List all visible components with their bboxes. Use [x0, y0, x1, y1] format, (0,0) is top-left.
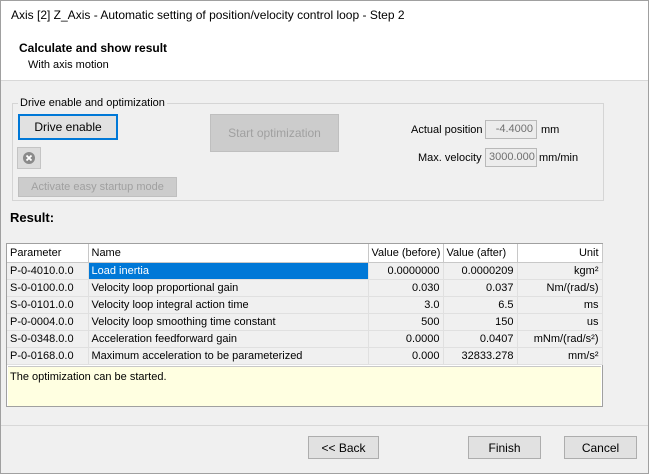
- cell-unit: ms: [517, 296, 603, 314]
- step-title: Calculate and show result: [19, 41, 168, 55]
- table-row[interactable]: S-0-0100.0.0 Velocity loop proportional …: [7, 279, 603, 297]
- col-name[interactable]: Name: [88, 244, 369, 263]
- wizard-window: Axis [2] Z_Axis - Automatic setting of p…: [0, 0, 649, 474]
- cell-parameter: P-0-4010.0.0: [7, 262, 89, 280]
- cell-unit: kgm²: [517, 262, 603, 280]
- group-legend: Drive enable and optimization: [18, 97, 167, 109]
- max-velocity-field: 3000.000: [485, 148, 537, 167]
- step-subtitle: With axis motion: [28, 59, 109, 71]
- error-clear-button[interactable]: [17, 147, 41, 169]
- cell-unit: mNm/(rad/s²): [517, 330, 603, 348]
- back-button[interactable]: << Back: [308, 436, 379, 459]
- col-parameter[interactable]: Parameter: [7, 244, 89, 263]
- finish-button[interactable]: Finish: [468, 436, 541, 459]
- cell-name: Velocity loop proportional gain: [88, 279, 369, 297]
- cell-parameter: P-0-0168.0.0: [7, 347, 89, 365]
- actual-position-label: Actual position: [411, 124, 483, 136]
- cell-name: Velocity loop smoothing time constant: [88, 313, 369, 331]
- cell-name: Velocity loop integral action time: [88, 296, 369, 314]
- cell-before: 0.000: [368, 347, 444, 365]
- cell-before: 0.0000000: [368, 262, 444, 280]
- max-velocity-label: Max. velocity: [418, 152, 482, 164]
- cell-before: 3.0: [368, 296, 444, 314]
- result-table: Parameter Name Value (before) Value (aft…: [6, 243, 603, 407]
- cell-after: 0.037: [443, 279, 518, 297]
- cell-parameter: P-0-0004.0.0: [7, 313, 89, 331]
- cell-after: 32833.278: [443, 347, 518, 365]
- table-row[interactable]: S-0-0348.0.0 Acceleration feedforward ga…: [7, 330, 603, 348]
- cell-parameter: S-0-0101.0.0: [7, 296, 89, 314]
- cell-after: 6.5: [443, 296, 518, 314]
- col-value-before[interactable]: Value (before): [368, 244, 444, 263]
- result-title: Result:: [10, 210, 55, 225]
- cell-unit: mm/s²: [517, 347, 603, 365]
- cell-unit: Nm/(rad/s): [517, 279, 603, 297]
- cancel-button[interactable]: Cancel: [564, 436, 637, 459]
- cell-name: Load inertia: [88, 262, 369, 280]
- cell-name: Acceleration feedforward gain: [88, 330, 369, 348]
- cell-parameter: S-0-0348.0.0: [7, 330, 89, 348]
- cell-parameter: S-0-0100.0.0: [7, 279, 89, 297]
- cell-unit: us: [517, 313, 603, 331]
- table-row[interactable]: P-0-0168.0.0 Maximum acceleration to be …: [7, 347, 603, 365]
- actual-position-unit: mm: [541, 124, 560, 136]
- actual-position-field: -4.4000: [485, 120, 537, 139]
- cell-after: 0.0000209: [443, 262, 518, 280]
- activate-easy-startup-button[interactable]: Activate easy startup mode: [18, 177, 177, 197]
- table-row[interactable]: P-0-4010.0.0 Load inertia 0.0000000 0.00…: [7, 262, 603, 280]
- cell-before: 0.030: [368, 279, 444, 297]
- window-title: Axis [2] Z_Axis - Automatic setting of p…: [1, 1, 648, 31]
- cell-after: 0.0407: [443, 330, 518, 348]
- cell-before: 0.0000: [368, 330, 444, 348]
- start-optimization-button[interactable]: Start optimization: [210, 114, 339, 152]
- table-row[interactable]: P-0-0004.0.0 Velocity loop smoothing tim…: [7, 313, 603, 331]
- max-velocity-unit: mm/min: [539, 152, 579, 164]
- drive-enable-button[interactable]: Drive enable: [18, 114, 118, 140]
- col-unit[interactable]: Unit: [517, 244, 603, 263]
- table-row[interactable]: S-0-0101.0.0 Velocity loop integral acti…: [7, 296, 603, 314]
- cell-before: 500: [368, 313, 444, 331]
- error-clear-icon: [23, 152, 35, 164]
- table-header-row: Parameter Name Value (before) Value (aft…: [7, 244, 603, 263]
- col-value-after[interactable]: Value (after): [443, 244, 518, 263]
- cell-after: 150: [443, 313, 518, 331]
- footer-divider: [1, 425, 648, 426]
- wizard-header: Calculate and show result With axis moti…: [1, 31, 648, 81]
- status-message: The optimization can be started.: [8, 366, 601, 406]
- cell-name: Maximum acceleration to be parameterized: [88, 347, 369, 365]
